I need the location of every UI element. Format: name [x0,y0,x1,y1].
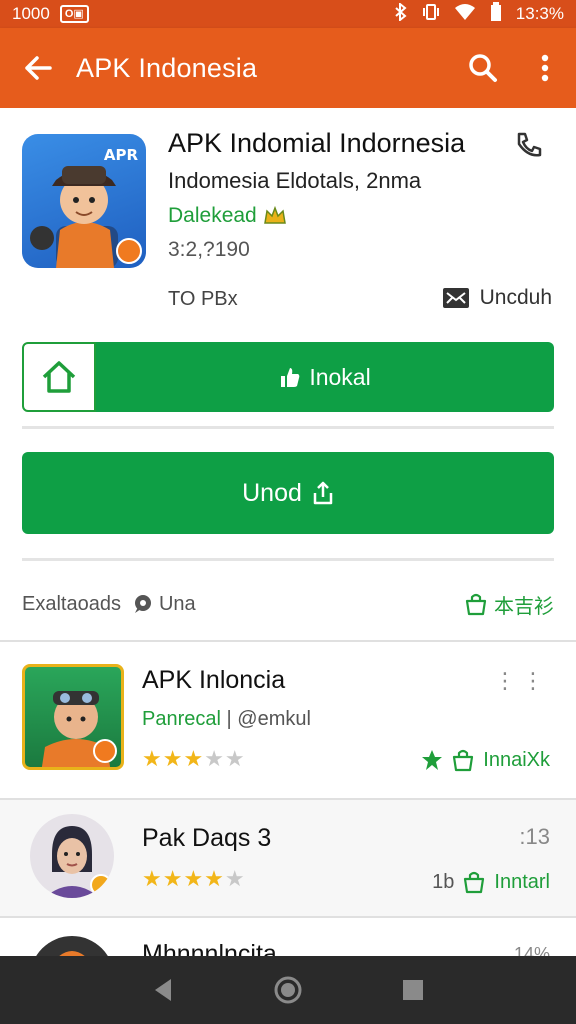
nav-recents-button[interactable] [393,970,433,1010]
more-vertical-icon [541,54,549,82]
row-count: 14% [513,944,550,956]
bag-icon [464,871,485,894]
unod-button[interactable]: Unod [22,452,554,534]
star-rating: ★★★★★ [142,866,246,891]
list-item-install[interactable]: 1b Inntarl [432,870,550,894]
app-bar: APK Indonesia [0,28,576,108]
app-category[interactable]: Dalekead [168,204,287,228]
install-label: Inokal [309,363,371,390]
list-item-title: APK Inloncia [142,666,286,694]
badge-icon [90,874,112,896]
row-count: :13 [519,824,550,849]
wifi-icon [454,3,476,26]
status-time-right: 13:3% [515,4,564,23]
bag-icon [453,749,474,772]
divider [22,426,554,429]
list-item[interactable]: Pak Daqs 3 ★★★★★ :13 1b Inntarl [0,800,576,916]
search-button[interactable] [452,28,514,108]
row-number: 1b [432,870,455,893]
nav-back-button[interactable] [143,970,183,1010]
info-row: Exaltaoads Una 本吉衫 [22,584,554,624]
app-name: APK Indomial Indornesia [168,128,466,158]
phone-icon [517,132,542,157]
battery-icon [490,1,502,27]
star-rating: ★★★★★ [142,746,246,771]
home-button[interactable] [22,342,96,412]
list-item-install[interactable]: InnaiXk [421,748,550,772]
app-bar-title: APK Indonesia [76,52,258,83]
info-middle: Una [131,593,196,616]
list-item-title: Pak Daqs 3 [142,824,272,852]
status-time-left: 1000 [12,4,50,23]
mail-icon [442,288,469,308]
app-icon: APR [22,134,146,268]
share-icon [313,481,333,505]
unod-label: Unod [242,478,302,507]
more-options-icon[interactable]: ⋮⋮ [494,668,550,694]
system-nav-bar [0,956,576,1024]
vibrate-icon [422,3,440,26]
back-button[interactable] [0,28,76,108]
home-icon [42,361,76,393]
list-item-title: Mhnnnlncita [142,940,277,956]
list-item[interactable]: APK Inloncia Panrecal | @emkul ★★★★★ ⋮⋮ … [0,642,576,798]
info-left: Exaltaoads [22,592,121,615]
download-label: Uncduh [479,286,552,309]
arrow-left-icon [25,56,52,80]
verified-badge-icon [116,238,142,264]
nav-home-icon [274,976,302,1004]
bluetooth-icon [394,1,408,26]
install-row: Inokal [22,342,554,412]
star-badge-icon [422,750,443,770]
thumb-icon [281,368,300,387]
notification-badge: O▣ [59,5,89,23]
status-bar: 1000 O▣ 13:3% [0,0,576,28]
badge-icon [93,739,117,763]
bag-icon [465,593,487,616]
app-meta-label: TO PBx [168,288,238,310]
app-size: 3:2,?190 [168,238,250,261]
more-options-button[interactable] [514,28,576,108]
app-developer: Indomesia Eldotals, 2nma [168,168,422,193]
chat-icon [134,595,151,613]
search-icon [469,54,497,82]
download-link[interactable]: Uncduh [442,286,552,310]
avatar [30,936,114,956]
list-item-subtitle: Panrecal | @emkul [142,708,311,730]
phone-button[interactable] [514,130,544,165]
divider [22,558,554,561]
nav-home-button[interactable] [268,970,308,1010]
nav-recents-icon [403,980,424,1000]
info-right[interactable]: 本吉衫 [464,590,554,619]
nav-back-icon [154,979,171,1001]
app-detail-header: APR APK Indomial Indornesia Indomesia El… [0,108,576,640]
install-button[interactable]: Inokal [96,342,554,412]
app-icon-tag: APR [103,146,138,164]
crown-icon [263,205,286,224]
app-thumbnail [22,664,124,770]
avatar [30,814,114,898]
list-item[interactable]: Mhnnnlncita 14% [0,918,576,956]
app-category-label: Dalekead [168,204,257,227]
